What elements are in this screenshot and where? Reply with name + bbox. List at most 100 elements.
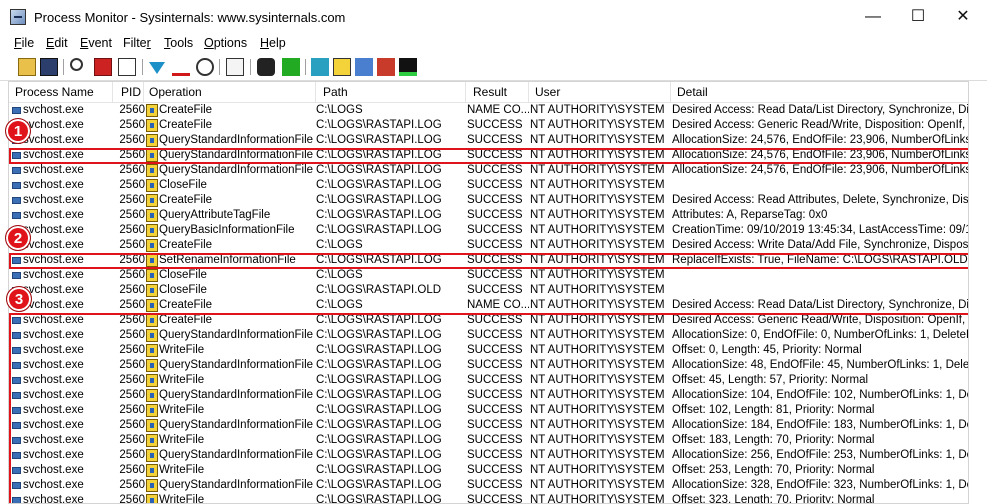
profiling-icon[interactable]	[399, 58, 417, 76]
process-name-cell: svchost.exe	[23, 284, 84, 296]
menu-file[interactable]: File	[14, 36, 34, 50]
filesystem-operation-icon	[146, 194, 158, 207]
column-divider	[112, 82, 113, 102]
column-operation[interactable]: Operation	[149, 85, 202, 99]
highlight-box-1	[9, 148, 968, 164]
table-row[interactable]: svchost.exe 2560 CreateFile C:\LOGS SUCCESS N…	[9, 238, 968, 253]
close-button[interactable]: ✕	[940, 0, 986, 34]
user-cell: NT AUTHORITY\SYSTEM	[530, 299, 665, 311]
annotation-badge-2: 2	[5, 225, 31, 251]
filesystem-operation-icon	[146, 179, 158, 192]
find-icon[interactable]	[257, 58, 275, 76]
filesystem-icon[interactable]	[333, 58, 351, 76]
path-cell: C:\LOGS	[316, 239, 363, 251]
result-cell: SUCCESS	[467, 224, 523, 236]
toolbar-separator	[142, 59, 143, 75]
menu-tools[interactable]: Tools	[164, 36, 193, 50]
path-cell: C:\LOGS\RASTAPI.LOG	[316, 119, 442, 131]
network-icon[interactable]	[355, 58, 373, 76]
maximize-button[interactable]: ☐	[895, 0, 941, 34]
detail-cell: CreationTime: 09/10/2019 13:45:34, LastA…	[672, 224, 969, 236]
result-cell: SUCCESS	[467, 164, 523, 176]
pid-cell: 2560	[119, 284, 145, 296]
operation-cell: QueryBasicInformationFile	[159, 224, 295, 236]
save-icon[interactable]	[40, 58, 58, 76]
user-cell: NT AUTHORITY\SYSTEM	[530, 209, 665, 221]
user-cell: NT AUTHORITY\SYSTEM	[530, 269, 665, 281]
table-row[interactable]: svchost.exe 2560 QueryStandardInformationF…	[9, 133, 968, 148]
operation-cell: CreateFile	[159, 299, 213, 311]
filter-icon[interactable]	[149, 62, 165, 74]
target-icon[interactable]	[196, 58, 214, 76]
column-path[interactable]: Path	[323, 85, 348, 99]
highlight-icon[interactable]	[172, 58, 190, 76]
open-icon[interactable]	[18, 58, 36, 76]
process-name-cell: svchost.exe	[23, 224, 84, 236]
detail-cell: AllocationSize: 24,576, EndOfFile: 23,90…	[672, 164, 969, 176]
menu-event[interactable]: Event	[80, 36, 112, 50]
minimize-button[interactable]: —	[850, 0, 896, 34]
column-header: Process Name PID Operation Path Result U…	[9, 82, 968, 103]
table-row[interactable]: svchost.exe 2560 CloseFile C:\LOGS\RASTAPI.…	[9, 283, 968, 298]
registry-icon[interactable]	[311, 58, 329, 76]
user-cell: NT AUTHORITY\SYSTEM	[530, 179, 665, 191]
table-row[interactable]: svchost.exe 2560 QueryStandardInformationF…	[9, 163, 968, 178]
detail-cell: Attributes: A, ReparseTag: 0x0	[672, 209, 828, 221]
user-cell: NT AUTHORITY\SYSTEM	[530, 134, 665, 146]
path-cell: C:\LOGS	[316, 299, 363, 311]
toolbar-separator	[305, 59, 306, 75]
operation-cell: QueryStandardInformationFile	[159, 164, 314, 176]
table-row[interactable]: svchost.exe 2560 CreateFile C:\LOGS\RASTAPI…	[9, 193, 968, 208]
result-cell: SUCCESS	[467, 239, 523, 251]
column-user[interactable]: User	[535, 85, 560, 99]
autoscroll-icon[interactable]	[118, 58, 136, 76]
highlight-box-3	[9, 313, 968, 503]
operation-cell: CloseFile	[159, 179, 207, 191]
table-row[interactable]: svchost.exe 2560 CloseFile C:\LOGS SUCCESS NT…	[9, 268, 968, 283]
pid-cell: 2560	[119, 224, 145, 236]
table-row[interactable]: svchost.exe 2560 CreateFile C:\LOGS NAME CO.…	[9, 103, 968, 118]
filesystem-operation-icon	[146, 299, 158, 312]
pid-cell: 2560	[119, 209, 145, 221]
process-name-cell: svchost.exe	[23, 104, 84, 116]
filesystem-operation-icon	[146, 119, 158, 132]
table-row[interactable]: svchost.exe 2560 CloseFile C:\LOGS\RASTAPI.…	[9, 178, 968, 193]
menu-options[interactable]: Options	[204, 36, 247, 50]
pid-cell: 2560	[119, 269, 145, 281]
table-row[interactable]: svchost.exe 2560 CreateFile C:\LOGS NAME CO.…	[9, 298, 968, 313]
pid-cell: 2560	[119, 119, 145, 131]
column-process-name[interactable]: Process Name	[15, 85, 94, 99]
menu-help[interactable]: Help	[260, 36, 286, 50]
result-cell: NAME CO...	[467, 299, 529, 311]
tree-icon[interactable]	[226, 58, 244, 76]
result-cell: SUCCESS	[467, 194, 523, 206]
detail-cell: Desired Access: Read Data/List Directory…	[672, 299, 969, 311]
menu-edit[interactable]: Edit	[46, 36, 68, 50]
table-row[interactable]: svchost.exe 2560 CreateFile C:\LOGS\RASTAPI…	[9, 118, 968, 133]
column-detail[interactable]: Detail	[677, 85, 708, 99]
title-bar: Process Monitor - Sysinternals: www.sysi…	[0, 0, 987, 34]
process-icon[interactable]	[377, 58, 395, 76]
operation-cell: CloseFile	[159, 269, 207, 281]
column-pid[interactable]: PID	[121, 85, 141, 99]
result-cell: SUCCESS	[467, 209, 523, 221]
toolbar	[0, 54, 987, 81]
pid-cell: 2560	[119, 134, 145, 146]
process-monitor-app-icon	[10, 9, 26, 25]
user-cell: NT AUTHORITY\SYSTEM	[530, 164, 665, 176]
table-row[interactable]: svchost.exe 2560 QueryAttributeTagFile C:\L…	[9, 208, 968, 223]
magnify-icon[interactable]	[70, 58, 83, 71]
annotation-badge-3: 3	[6, 286, 32, 312]
column-divider	[315, 82, 316, 102]
menu-filter[interactable]: Filter	[123, 36, 151, 50]
annotation-badge-1: 1	[5, 118, 31, 144]
column-result[interactable]: Result	[473, 85, 507, 99]
column-divider	[465, 82, 466, 102]
capture-icon[interactable]	[94, 58, 112, 76]
jump-icon[interactable]	[282, 58, 300, 76]
process-name-cell: svchost.exe	[23, 164, 84, 176]
process-icon	[12, 197, 21, 204]
table-row[interactable]: svchost.exe 2560 QueryBasicInformationFile…	[9, 223, 968, 238]
event-list[interactable]: Process Name PID Operation Path Result U…	[8, 81, 969, 504]
column-divider	[143, 82, 144, 102]
